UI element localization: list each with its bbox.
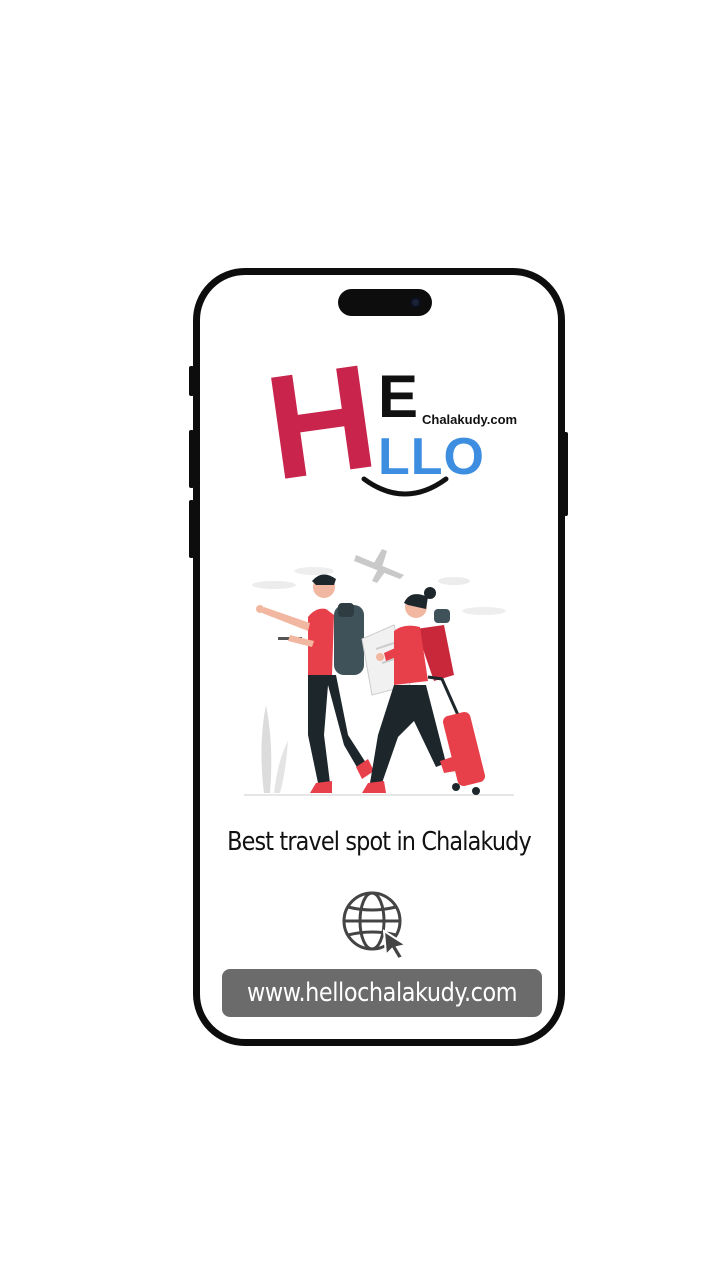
hello-chalakudy-logo: H E Chalakudy.com LLO xyxy=(257,333,540,527)
dynamic-island xyxy=(338,289,432,316)
tagline-text: Best travel spot in Chalakudy xyxy=(227,827,532,857)
website-url-text: www.hellochalakudy.com xyxy=(246,978,518,1008)
logo-domain-text: Chalakudy.com xyxy=(422,412,518,427)
website-url-button[interactable]: www.hellochalakudy.com xyxy=(222,969,542,1017)
male-traveler xyxy=(256,574,374,793)
travelers-illustration xyxy=(244,549,514,796)
smile-icon xyxy=(361,476,449,497)
camera-icon xyxy=(410,297,421,308)
logo-letter-e: E xyxy=(378,363,419,430)
airplane-icon xyxy=(354,549,404,583)
female-traveler xyxy=(361,587,486,795)
phone-frame: H E Chalakudy.com LLO Best travel spot i… xyxy=(193,268,565,1046)
globe-cursor-icon[interactable] xyxy=(340,889,412,961)
